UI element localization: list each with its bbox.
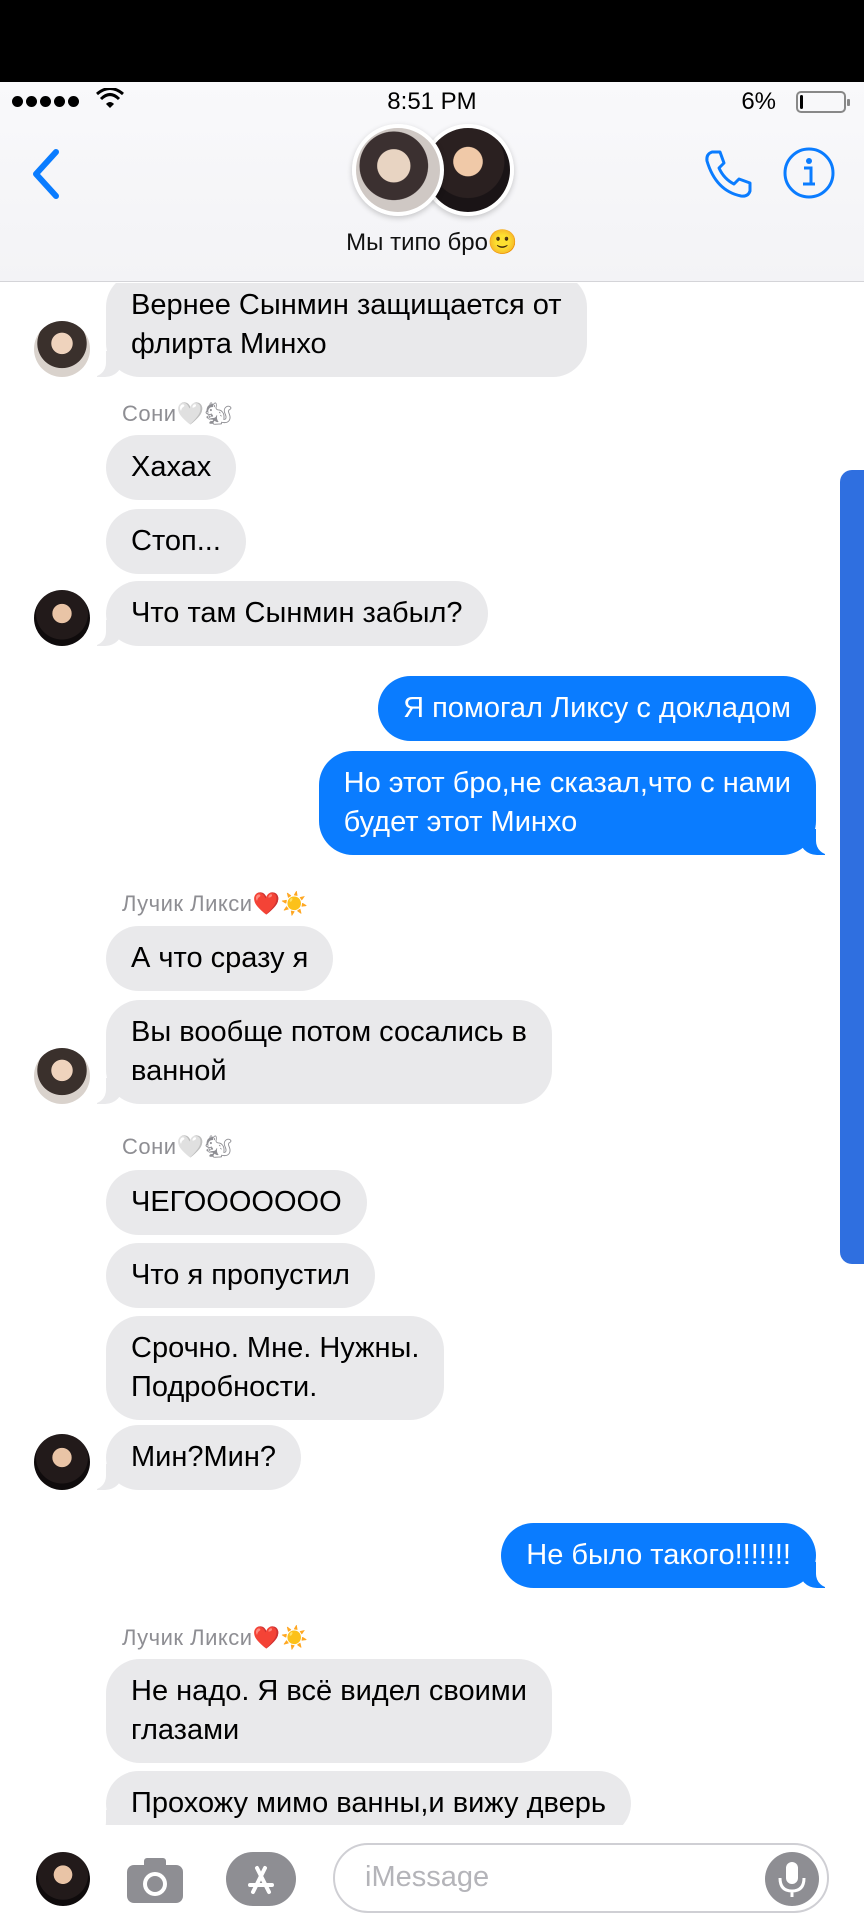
conversation-header: 8:51 PM 6% Мы типо бро🙂 (0, 82, 864, 282)
incoming-message-bubble[interactable]: Вернее Сынмин защищается от флирта Минхо (84, 283, 587, 377)
battery-icon (796, 91, 850, 113)
outgoing-message-bubble[interactable]: Но этот бро,не сказал,что с нами будет эт… (318, 751, 839, 855)
microphone-icon (778, 1862, 806, 1897)
outgoing-message-bubble[interactable]: Не было такого!!!!!!! (501, 1523, 838, 1588)
message-input-placeholder: iMessage (365, 1861, 490, 1893)
incoming-message-bubble[interactable]: ЧЕГООООООО (106, 1170, 367, 1235)
group-avatar-1 (352, 124, 444, 216)
sender-avatar[interactable] (34, 590, 90, 646)
scroll-indicator[interactable] (840, 470, 864, 1264)
app-store-icon (248, 1866, 274, 1894)
app-store-button[interactable] (226, 1852, 296, 1906)
status-time: 8:51 PM (387, 88, 477, 115)
incoming-message-bubble[interactable]: А что сразу я (106, 926, 334, 991)
incoming-message-bubble[interactable]: Не надо. Я всё видел своими глазами (106, 1659, 552, 1763)
group-avatars[interactable] (352, 122, 514, 222)
incoming-message-bubble[interactable]: Срочно. Мне. Нужны. Подробности. (106, 1316, 445, 1420)
battery-percent: 6% (741, 88, 776, 115)
phone-icon[interactable] (700, 146, 756, 202)
incoming-message-bubble[interactable]: Хахах (106, 435, 237, 500)
top-black-bar (0, 0, 864, 82)
sender-name: Лучик Ликси❤️☀️ (122, 891, 309, 916)
memoji-avatar-button[interactable] (36, 1852, 90, 1906)
info-icon[interactable] (782, 146, 836, 200)
back-chevron-icon[interactable] (26, 144, 70, 204)
sender-name: Сони🤍🐿 (122, 401, 233, 426)
camera-icon[interactable] (124, 1855, 186, 1907)
incoming-message-bubble[interactable]: Что я пропустил (106, 1243, 375, 1308)
sender-avatar[interactable] (34, 1434, 90, 1490)
sender-name: Лучик Ликси❤️☀️ (122, 1625, 309, 1650)
incoming-message-bubble[interactable]: Вы вообще потом сосались в ванной (84, 1000, 552, 1104)
status-bar: 8:51 PM 6% (0, 82, 864, 122)
incoming-message-bubble[interactable]: Что там Сынмин забыл? (84, 581, 488, 646)
sender-avatar[interactable] (34, 1048, 90, 1104)
sender-name: Сони🤍🐿 (122, 1134, 233, 1159)
message-input[interactable]: iMessage (333, 1843, 829, 1913)
microphone-button[interactable] (765, 1852, 819, 1906)
composer-bar: iMessage (0, 1825, 864, 1920)
sender-avatar[interactable] (34, 321, 90, 377)
outgoing-message-bubble[interactable]: Я помогал Ликсу с докладом (378, 676, 816, 741)
message-list[interactable]: Вернее Сынмин защищается от флирта Минхо С… (0, 283, 864, 1825)
incoming-message-bubble[interactable]: Стоп... (106, 509, 246, 574)
chat-title[interactable]: Мы типо бро🙂 (0, 228, 864, 257)
incoming-message-bubble[interactable]: Прохожу мимо ванны,и вижу дверь (84, 1771, 631, 1825)
incoming-message-bubble[interactable]: Мин?Мин? (84, 1425, 301, 1490)
